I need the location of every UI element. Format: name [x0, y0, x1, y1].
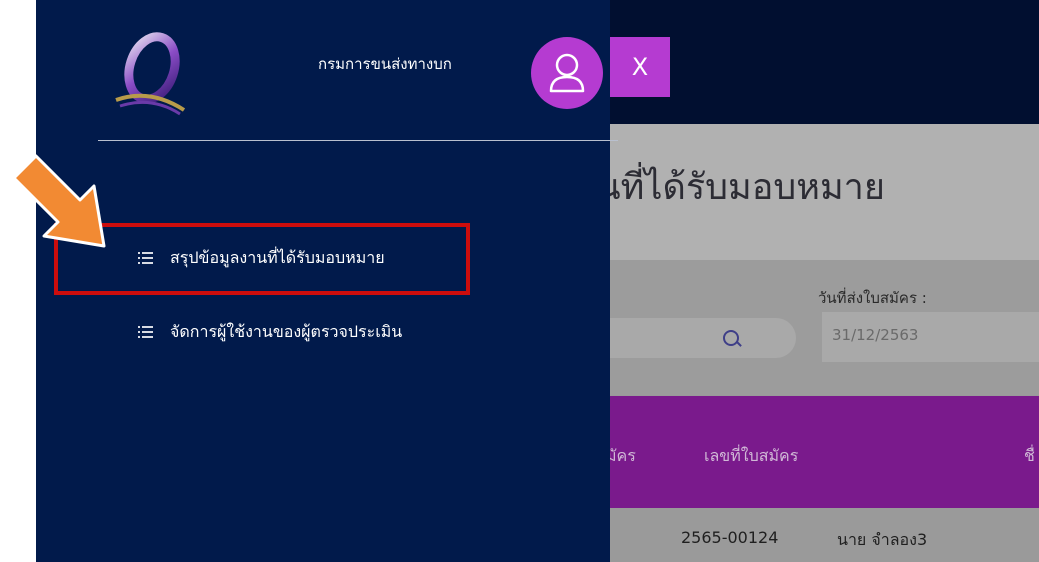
date-filter-label: วันที่ส่งใบสมัคร : — [818, 289, 927, 307]
logo-icon — [115, 32, 186, 116]
table-header-cell: ชื่ — [1024, 446, 1035, 465]
table-header-cell: เลขที่ใบสมัคร — [704, 446, 799, 465]
table-cell-app-number: 2565-00124 — [681, 528, 779, 547]
list-icon — [138, 325, 154, 339]
table-header-cell: มัคร — [606, 446, 636, 465]
close-menu-button[interactable]: X — [610, 37, 670, 97]
date-input[interactable]: 31/12/2563 — [822, 312, 1039, 362]
divider — [98, 140, 618, 141]
pointer-arrow-icon — [12, 154, 106, 248]
sidebar-item-manage-users[interactable]: จัดการผู้ใช้งานของผู้ตรวจประเมิน — [138, 317, 402, 347]
org-name: กรมการขนส่งทางบก — [318, 55, 452, 73]
page-title: นที่ได้รับมอบหมาย — [596, 167, 885, 208]
search-icon[interactable] — [723, 330, 739, 346]
table-cell-name: นาย จำลอง3 — [837, 530, 928, 549]
user-icon — [549, 53, 585, 93]
screen: X นที่ได้รับมอบหมาย วันที่ส่งใบสมัคร : 3… — [0, 0, 1039, 562]
avatar[interactable] — [531, 37, 603, 109]
sidebar-item-label: จัดการผู้ใช้งานของผู้ตรวจประเมิน — [170, 321, 403, 341]
